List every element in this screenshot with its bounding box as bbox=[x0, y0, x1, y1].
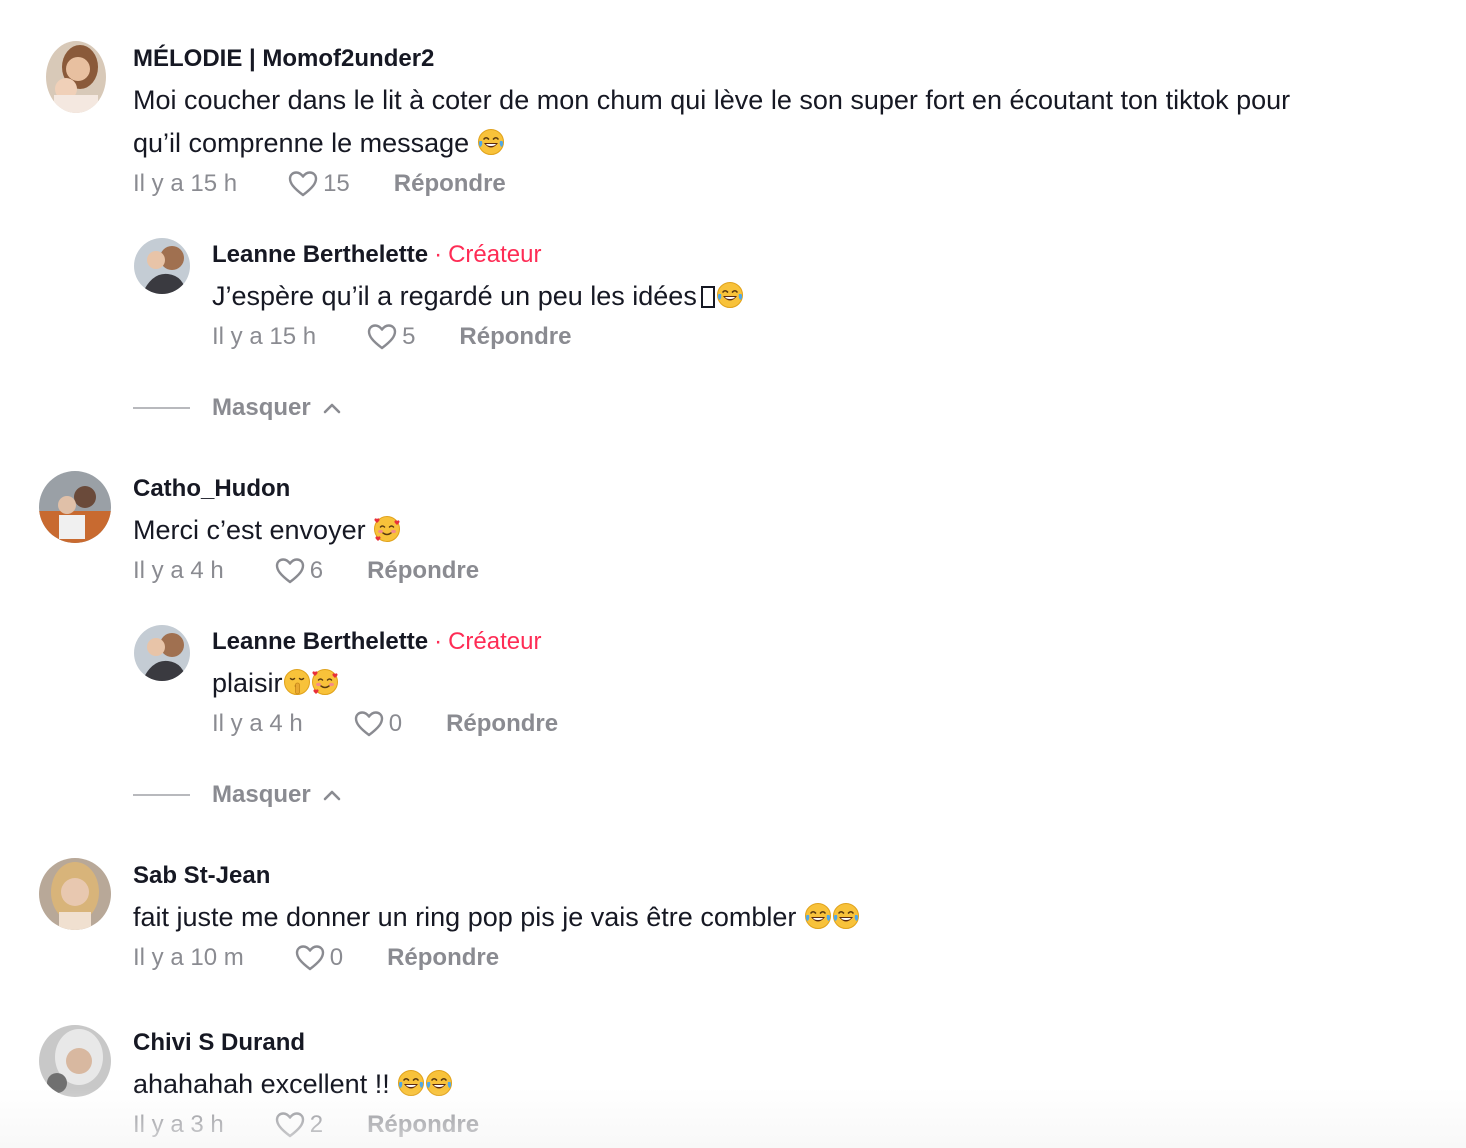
reply-author[interactable]: Leanne Berthelette · Créateur bbox=[212, 627, 541, 657]
comment-time: Il y a 3 h bbox=[133, 1111, 224, 1138]
reply-time: Il y a 15 h bbox=[212, 323, 317, 350]
avatar[interactable] bbox=[39, 1025, 111, 1097]
like-count: 6 bbox=[309, 557, 324, 584]
like-count: 0 bbox=[388, 710, 403, 737]
tears-of-joy-emoji bbox=[832, 902, 860, 930]
creator-separator: · bbox=[434, 628, 443, 655]
hide-replies-button[interactable]: Masquer bbox=[133, 392, 341, 424]
like-button[interactable]: 2 bbox=[274, 1109, 323, 1141]
like-count: 0 bbox=[329, 944, 344, 971]
like-count: 5 bbox=[402, 323, 416, 350]
creator-separator: · bbox=[434, 241, 443, 268]
shushing-face-emoji bbox=[283, 668, 311, 696]
tears-of-joy-emoji bbox=[804, 902, 832, 930]
comment-text-content: Merci c’est envoyer bbox=[133, 515, 366, 545]
reply-button[interactable]: Répondre bbox=[446, 710, 558, 738]
comment-text: Merci c’est envoyer bbox=[133, 509, 401, 552]
comment-author[interactable]: MÉLODIE | Momof2under2 bbox=[133, 44, 434, 74]
comment-text-line-2: qu’il comprenne le message bbox=[133, 128, 470, 158]
comment-text: fait juste me donner un ring pop pis je … bbox=[133, 896, 860, 939]
creator-avatar[interactable] bbox=[134, 625, 190, 681]
comment-text: ahahahah excellent !! bbox=[133, 1063, 453, 1106]
avatar[interactable] bbox=[39, 471, 111, 543]
like-count: 2 bbox=[309, 1111, 324, 1138]
smiling-face-with-hearts-emoji bbox=[373, 515, 401, 543]
comment-time: Il y a 10 m bbox=[133, 944, 244, 971]
like-count: 15 bbox=[323, 170, 350, 197]
comment-text-line: Moi coucher dans le lit à coter de mon c… bbox=[133, 85, 1291, 115]
like-button[interactable]: 0 bbox=[294, 942, 343, 974]
like-button[interactable]: 5 bbox=[366, 321, 415, 353]
reply-button[interactable]: Répondre bbox=[394, 170, 506, 198]
comment-author[interactable]: Sab St-Jean bbox=[133, 861, 270, 891]
heart-outline-icon[interactable] bbox=[274, 1109, 306, 1141]
reply-text: plaisir bbox=[212, 662, 339, 705]
comment-meta: Il y a 4 h 6 Répondre bbox=[133, 555, 479, 587]
hide-replies-button[interactable]: Masquer bbox=[133, 779, 341, 811]
tears-of-joy-emoji bbox=[397, 1069, 425, 1097]
chevron-up-icon[interactable] bbox=[323, 402, 341, 414]
avatar[interactable] bbox=[46, 41, 106, 113]
smiling-face-with-hearts-emoji bbox=[311, 668, 339, 696]
creator-badge: · Créateur bbox=[434, 628, 541, 655]
hide-replies-label[interactable]: Masquer bbox=[212, 781, 311, 809]
reply-button[interactable]: Répondre bbox=[367, 1111, 479, 1139]
comment-text-line: qu’il comprenne le message bbox=[133, 122, 1443, 165]
comment-author[interactable]: Catho_Hudon bbox=[133, 474, 290, 504]
comment-meta: Il y a 10 m 0 Répondre bbox=[133, 942, 499, 974]
comment-meta: Il y a 15 h 15 Répondre bbox=[133, 168, 506, 200]
reply-time: Il y a 4 h bbox=[212, 710, 303, 737]
creator-badge: · Créateur bbox=[434, 241, 541, 268]
comment-time: Il y a 15 h bbox=[133, 170, 238, 197]
tears-of-joy-emoji bbox=[425, 1069, 453, 1097]
heart-outline-icon[interactable] bbox=[287, 168, 319, 200]
comment-text-content: ahahahah excellent !! bbox=[133, 1069, 390, 1099]
reply-button[interactable]: Répondre bbox=[387, 944, 499, 972]
divider-line bbox=[133, 794, 190, 796]
creator-label: Créateur bbox=[448, 241, 542, 268]
like-button[interactable]: 0 bbox=[353, 708, 402, 740]
reply-button[interactable]: Répondre bbox=[459, 323, 571, 351]
reply-author[interactable]: Leanne Berthelette · Créateur bbox=[212, 240, 541, 270]
reply-button[interactable]: Répondre bbox=[367, 557, 479, 585]
comment-time: Il y a 4 h bbox=[133, 557, 224, 584]
tears-of-joy-emoji bbox=[477, 128, 505, 156]
divider-line bbox=[133, 407, 190, 409]
reply-meta: Il y a 4 h 0 Répondre bbox=[212, 708, 558, 740]
reply-author-name[interactable]: Leanne Berthelette bbox=[212, 241, 428, 268]
chevron-up-icon[interactable] bbox=[323, 789, 341, 801]
heart-outline-icon[interactable] bbox=[294, 942, 326, 974]
reply-meta: Il y a 15 h 5 Répondre bbox=[212, 321, 571, 353]
heart-outline-icon[interactable] bbox=[353, 708, 385, 740]
heart-outline-icon[interactable] bbox=[366, 321, 398, 353]
avatar[interactable] bbox=[39, 858, 111, 930]
comment-text-content: fait juste me donner un ring pop pis je … bbox=[133, 902, 797, 932]
like-button[interactable]: 15 bbox=[287, 168, 350, 200]
heart-outline-icon[interactable] bbox=[274, 555, 306, 587]
creator-avatar[interactable] bbox=[134, 238, 190, 294]
comment-author[interactable]: Chivi S Durand bbox=[133, 1028, 305, 1058]
reply-author-name[interactable]: Leanne Berthelette bbox=[212, 628, 428, 655]
like-button[interactable]: 6 bbox=[274, 555, 323, 587]
creator-label: Créateur bbox=[448, 628, 542, 655]
tears-of-joy-emoji bbox=[716, 281, 744, 309]
comment-meta: Il y a 3 h 2 Répondre bbox=[133, 1109, 479, 1141]
reply-text: J’espère qu’il a regardé un peu les idée… bbox=[212, 275, 744, 318]
comment-text: Moi coucher dans le lit à coter de mon c… bbox=[133, 79, 1443, 165]
hide-replies-label[interactable]: Masquer bbox=[212, 394, 311, 422]
reply-text-content: plaisir bbox=[212, 668, 283, 698]
reply-text-content: J’espère qu’il a regardé un peu les idée… bbox=[212, 281, 697, 311]
missing-glyph-icon bbox=[700, 286, 715, 308]
